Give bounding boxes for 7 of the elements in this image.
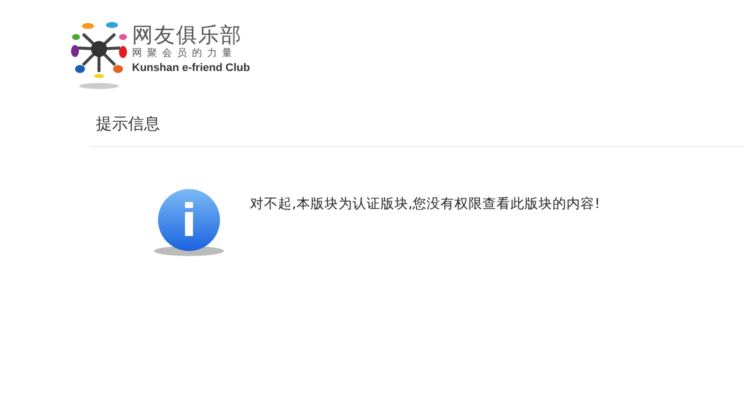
logo-icon <box>70 20 128 90</box>
notice-heading: 提示信息 <box>90 114 744 147</box>
info-icon <box>152 188 226 258</box>
logo-slogan: 网聚会员的力量 <box>132 47 238 60</box>
logo-title: 网友俱乐部 <box>132 23 243 47</box>
logo-subtitle: Kunshan e-friend Club <box>132 61 250 76</box>
notice-message: 对不起,本版块为认证版块,您没有权限查看此版块的内容! <box>250 195 600 213</box>
